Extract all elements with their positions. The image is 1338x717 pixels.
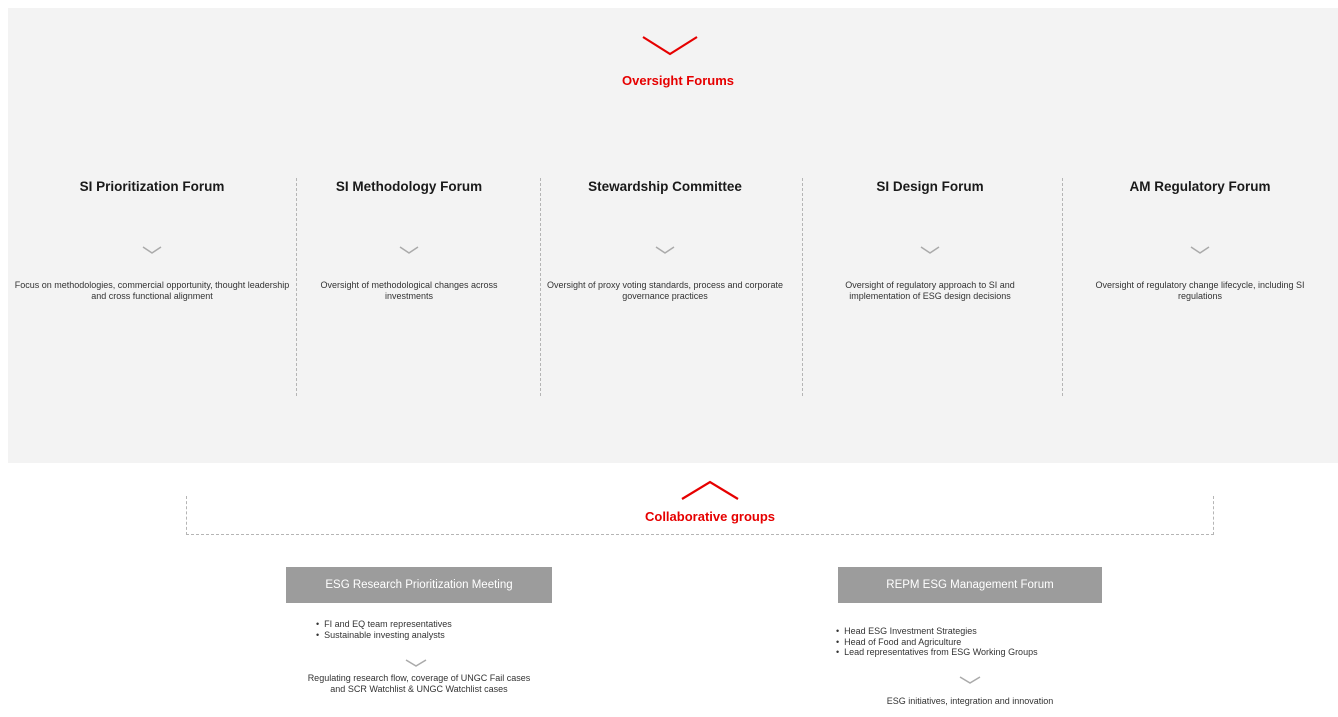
list-item: Sustainable investing analysts (316, 630, 452, 641)
chevron-down-icon (399, 246, 419, 254)
oversight-title: Oversight Forums (622, 73, 734, 88)
forum-description: Oversight of proxy voting standards, pro… (546, 280, 784, 301)
list-item: FI and EQ team representatives (316, 619, 452, 630)
group-description: Regulating research flow, coverage of UN… (307, 673, 531, 694)
forum-si-prioritization: SI Prioritization Forum Focus on methodo… (12, 178, 292, 301)
chevron-down-icon (642, 36, 698, 56)
forum-description: Oversight of methodological changes acro… (320, 280, 498, 301)
column-divider (296, 178, 297, 396)
forum-title: SI Prioritization Forum (79, 179, 225, 194)
forum-si-design: SI Design Forum Oversight of regulatory … (810, 178, 1050, 301)
forum-title: SI Methodology Forum (335, 179, 483, 194)
forum-description: Oversight of regulatory change lifecycle… (1095, 280, 1305, 301)
column-divider (802, 178, 803, 396)
chevron-down-icon (920, 246, 940, 254)
chevron-down-icon (1190, 246, 1210, 254)
forum-title: SI Design Forum (876, 179, 984, 194)
forum-title: AM Regulatory Forum (1129, 179, 1271, 194)
forum-si-methodology: SI Methodology Forum Oversight of method… (300, 178, 518, 301)
collaborative-title: Collaborative groups (644, 509, 776, 524)
column-divider (540, 178, 541, 396)
chevron-down-icon (655, 246, 675, 254)
chevron-down-icon (959, 676, 981, 684)
group-title-box: ESG Research Prioritization Meeting (286, 567, 552, 603)
column-divider (1062, 178, 1063, 396)
group-description: ESG initiatives, integration and innovat… (886, 696, 1054, 706)
list-item: Lead representatives from ESG Working Gr… (836, 647, 1037, 658)
forum-stewardship-committee: Stewardship Committee Oversight of proxy… (545, 178, 785, 301)
group-title-box: REPM ESG Management Forum (838, 567, 1102, 603)
list-item: Head of Food and Agriculture (836, 637, 1038, 648)
panel-notch (0, 405, 8, 463)
list-item: Head ESG Investment Strategies (836, 626, 1038, 637)
group-bullets: FI and EQ team representatives Sustainab… (316, 619, 452, 640)
chevron-down-icon (142, 246, 162, 254)
forum-description: Oversight of regulatory approach to SI a… (845, 280, 1015, 301)
group-bullets: Head ESG Investment Strategies Head of F… (836, 626, 1038, 658)
chevron-down-icon (405, 659, 427, 667)
forum-title: Stewardship Committee (588, 179, 742, 194)
forum-am-regulatory: AM Regulatory Forum Oversight of regulat… (1070, 178, 1330, 301)
forum-description: Focus on methodologies, commercial oppor… (14, 280, 290, 301)
